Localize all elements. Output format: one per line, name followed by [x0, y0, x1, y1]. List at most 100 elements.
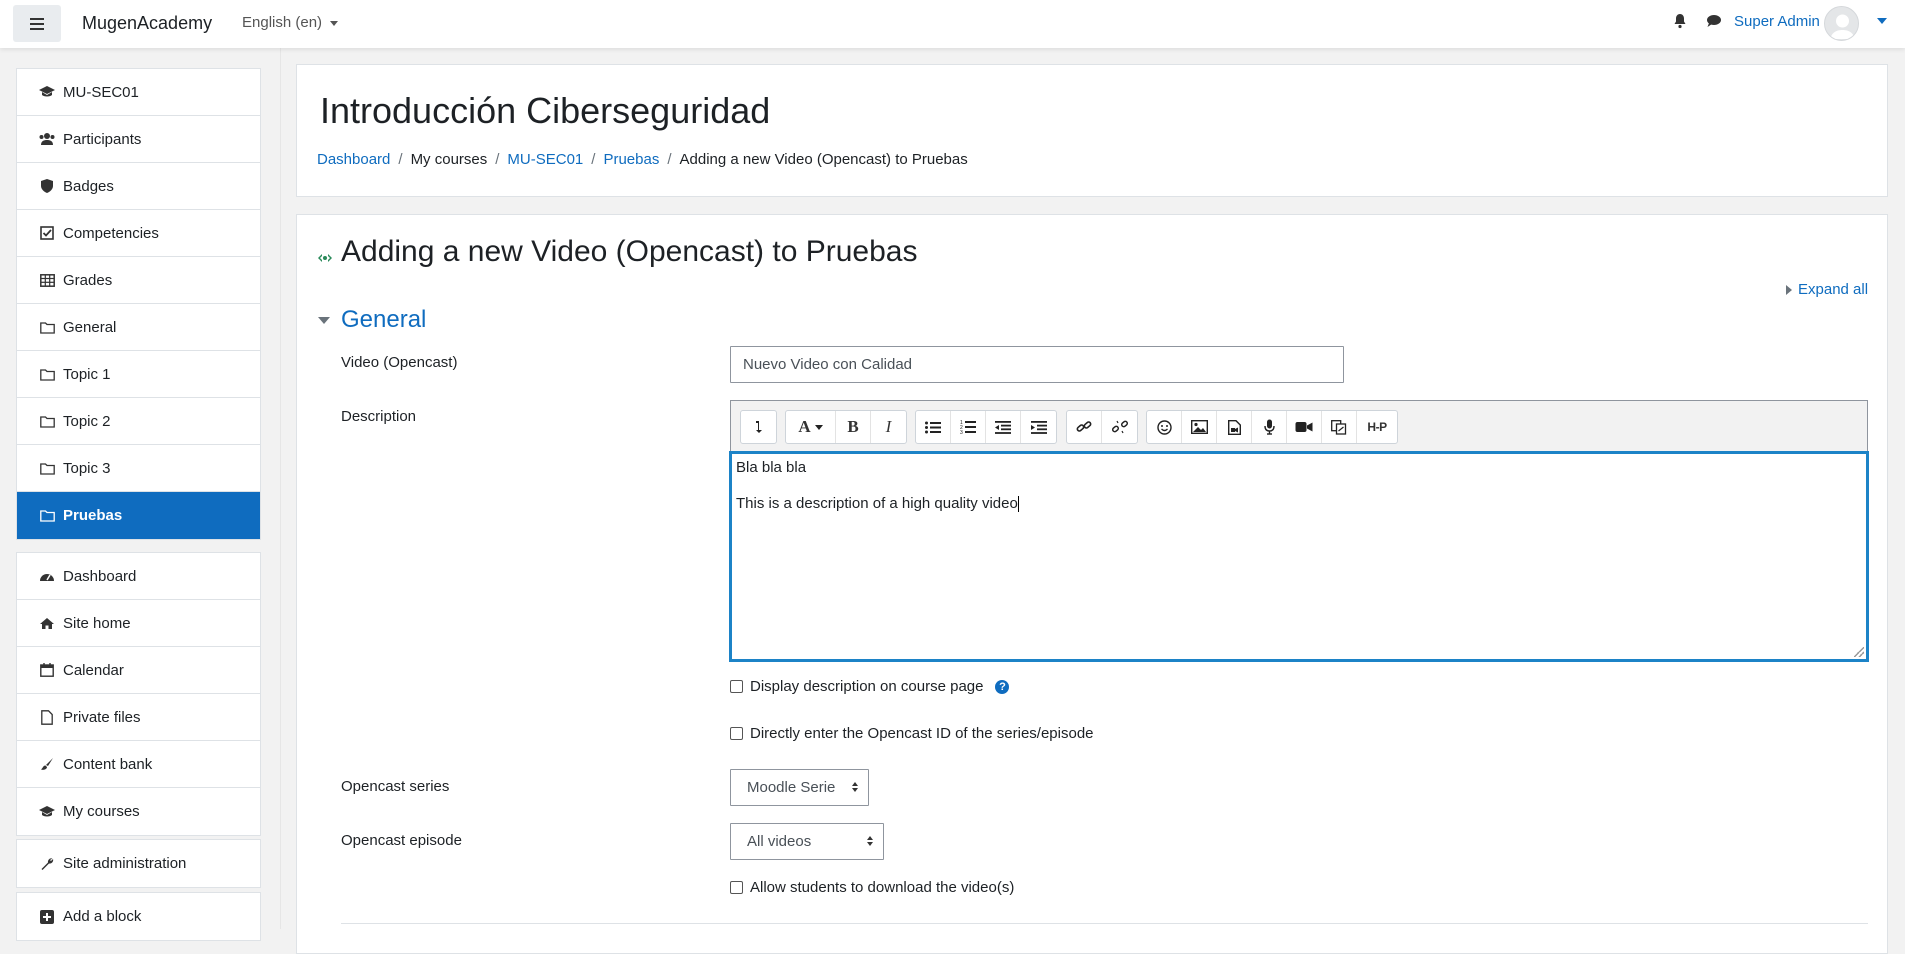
users-icon [37, 131, 57, 147]
breadcrumb-dashboard[interactable]: Dashboard [317, 151, 390, 168]
italic-icon[interactable]: I [871, 411, 906, 443]
section-general-label: General [341, 306, 427, 333]
opencast-module-icon [317, 251, 333, 269]
description-line-1: Bla bla bla [736, 459, 807, 476]
outdent-icon[interactable] [986, 411, 1021, 443]
select-arrows-icon [867, 836, 873, 846]
unlink-icon[interactable] [1102, 411, 1137, 443]
episode-label: Opencast episode [341, 832, 462, 849]
drawer-toggle-button[interactable] [13, 5, 61, 42]
add-block-group: Add a block [16, 892, 261, 941]
nav-item-label: Site administration [63, 855, 187, 872]
graduation-cap-icon [37, 84, 57, 100]
table-icon [37, 272, 57, 288]
description-label: Description [341, 408, 417, 425]
user-menu-name[interactable]: Super Admin [1734, 13, 1820, 30]
nav-item-content-bank[interactable]: Content bank [17, 741, 260, 788]
nav-item-label: Participants [63, 130, 142, 148]
resize-handle-icon[interactable] [1854, 647, 1864, 657]
nav-item-grades[interactable]: Grades [17, 257, 260, 304]
nav-item-course[interactable]: MU-SEC01 [17, 69, 260, 116]
nav-item-label: Site home [63, 614, 131, 632]
chat-bubbles-icon[interactable] [1706, 13, 1724, 33]
breadcrumb-course[interactable]: MU-SEC01 [507, 151, 583, 168]
nav-item-competencies[interactable]: Competencies [17, 210, 260, 257]
nav-item-pruebas[interactable]: Pruebas [17, 492, 260, 539]
expand-all-label: Expand all [1798, 281, 1869, 298]
nav-item-dashboard[interactable]: Dashboard [17, 553, 260, 600]
nav-item-calendar[interactable]: Calendar [17, 647, 260, 694]
user-menu-caret-icon[interactable] [1877, 18, 1887, 24]
breadcrumb-my-courses: My courses [410, 151, 488, 168]
paint-brush-icon [37, 756, 57, 772]
plus-square-icon [37, 909, 57, 925]
avatar[interactable] [1824, 6, 1859, 41]
nav-item-site-home[interactable]: Site home [17, 600, 260, 647]
h5p-icon[interactable]: H-P [1357, 411, 1397, 443]
nav-item-label: Competencies [63, 224, 159, 242]
nav-item-add-a-block[interactable]: Add a block [17, 893, 260, 940]
nav-item-label: Dashboard [63, 567, 137, 585]
nav-item-site-administration[interactable]: Site administration [17, 840, 260, 887]
show-more-buttons-icon[interactable] [741, 411, 776, 443]
nav-item-general[interactable]: General [17, 304, 260, 351]
site-nav-group: Dashboard Site home Calendar Private fil… [16, 552, 261, 836]
video-name-value: Nuevo Video con Calidad [743, 356, 913, 373]
language-menu[interactable]: English (en) [242, 14, 339, 31]
nav-item-participants[interactable]: Participants [17, 116, 260, 163]
nav-item-badges[interactable]: Badges [17, 163, 260, 210]
text-cursor [1017, 496, 1019, 513]
video-camera-icon[interactable] [1287, 411, 1322, 443]
display-description-checkbox[interactable] [730, 680, 743, 693]
folder-icon [37, 460, 57, 476]
video-name-input[interactable]: Nuevo Video con Calidad [730, 346, 1344, 383]
bold-icon[interactable]: B [836, 411, 871, 443]
microphone-icon[interactable] [1252, 411, 1287, 443]
ordered-list-icon[interactable]: 123 [951, 411, 986, 443]
expand-all-link[interactable]: Expand all [1786, 281, 1868, 298]
course-nav-group: MU-SEC01 Participants Badges Competencie… [16, 68, 261, 540]
manage-files-icon[interactable] [1322, 411, 1357, 443]
section-divider [341, 923, 1868, 924]
breadcrumb-separator: / [591, 151, 596, 168]
episode-select[interactable]: All videos [730, 823, 884, 860]
display-description-label: Display description on course page [750, 678, 984, 695]
breadcrumb-section[interactable]: Pruebas [603, 151, 659, 168]
nav-item-topic-1[interactable]: Topic 1 [17, 351, 260, 398]
nav-item-my-courses[interactable]: My courses [17, 788, 260, 835]
series-select[interactable]: Moodle Serie [730, 769, 869, 806]
series-label: Opencast series [341, 778, 450, 795]
media-file-icon[interactable] [1217, 411, 1252, 443]
site-brand[interactable]: MugenAcademy [82, 13, 212, 34]
unordered-list-icon[interactable] [916, 411, 951, 443]
nav-item-topic-2[interactable]: Topic 2 [17, 398, 260, 445]
nav-item-label: Badges [63, 177, 114, 195]
toolbar-group-lists: 123 [915, 410, 1057, 444]
nav-item-private-files[interactable]: Private files [17, 694, 260, 741]
nav-item-label: Private files [63, 708, 141, 726]
section-general-toggle[interactable]: General [318, 306, 426, 334]
nav-item-label: MU-SEC01 [63, 83, 139, 101]
image-icon[interactable] [1182, 411, 1217, 443]
link-icon[interactable] [1067, 411, 1102, 443]
navbar: MugenAcademy English (en) Super Admin [0, 0, 1905, 48]
toolbar-group-collapse [740, 410, 777, 444]
nav-item-topic-3[interactable]: Topic 3 [17, 445, 260, 492]
indent-icon[interactable] [1021, 411, 1056, 443]
home-icon [37, 615, 57, 631]
direct-id-checkbox[interactable] [730, 727, 743, 740]
check-square-icon [37, 225, 57, 241]
bell-icon[interactable] [1673, 13, 1687, 33]
breadcrumb-separator: / [495, 151, 500, 168]
editor-toolbar: A B I 123 H-P [730, 400, 1868, 451]
allow-download-checkbox[interactable] [730, 881, 743, 894]
folder-icon [37, 413, 57, 429]
help-icon[interactable]: ? [995, 679, 1010, 694]
nav-item-label: Grades [63, 271, 113, 289]
emoticon-icon[interactable] [1147, 411, 1182, 443]
font-style-icon[interactable]: A [786, 411, 836, 443]
allow-download-label: Allow students to download the video(s) [750, 879, 1015, 896]
description-line-2: This is a description of a high quality … [736, 495, 1018, 512]
description-editor[interactable]: Bla bla bla This is a description of a h… [729, 451, 1869, 662]
series-selected-value: Moodle Serie [747, 779, 836, 796]
